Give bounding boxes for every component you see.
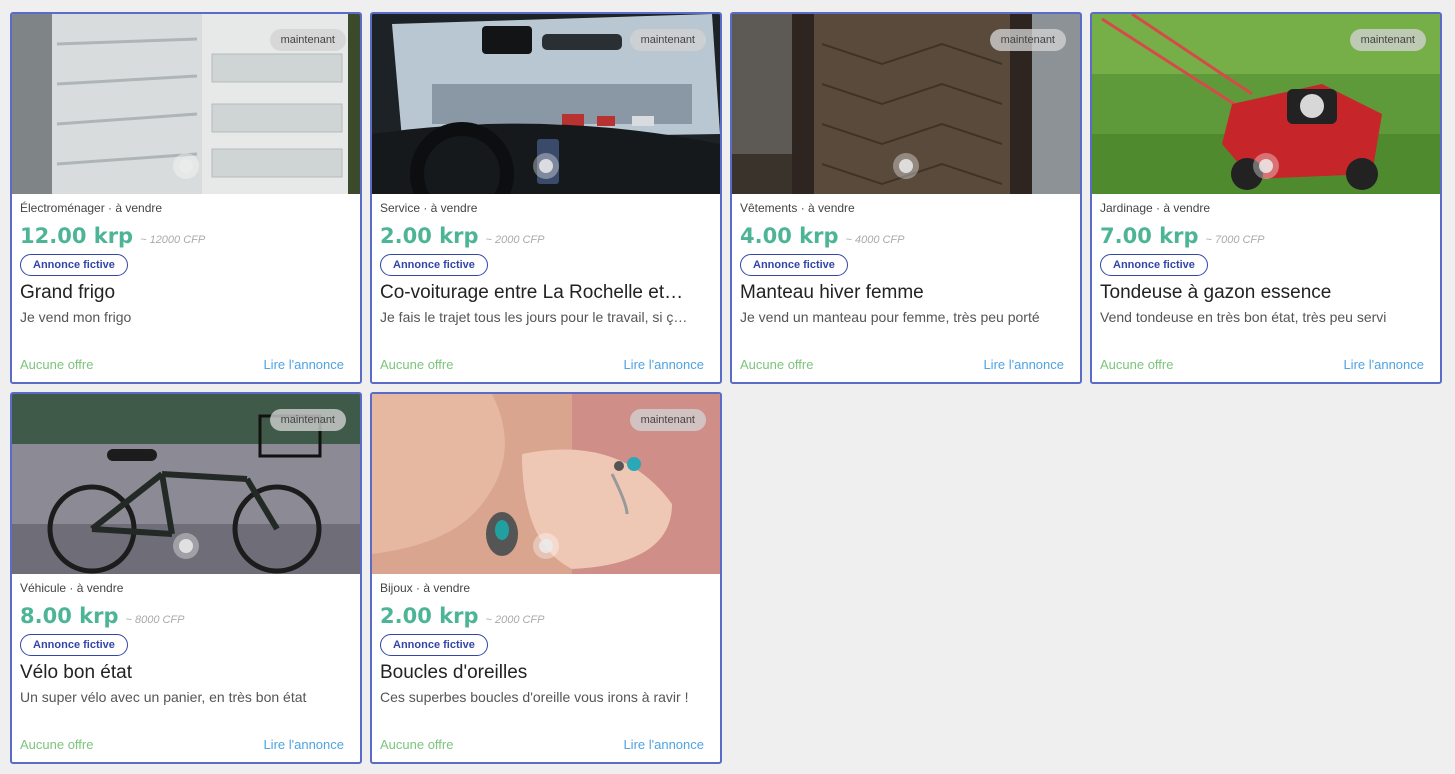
listing-photo[interactable]: maintenant: [12, 14, 360, 194]
listing-time: maintenant: [989, 29, 1066, 51]
listing-card[interactable]: maintenant Électroménager · à vendre 12.…: [10, 12, 362, 384]
listing-card[interactable]: maintenant Vêtements · à vendre 4.00 krp…: [730, 12, 1082, 384]
read-listing-link[interactable]: Lire l'annonce: [1343, 357, 1424, 372]
listing-price: 4.00 krp: [740, 224, 839, 248]
listing-category: Véhicule · à vendre: [20, 581, 124, 595]
listing-card[interactable]: maintenant Bijoux · à vendre 2.00 krp ~ …: [370, 392, 722, 764]
listing-title: Co-voiturage entre La Rochelle et…: [380, 282, 684, 303]
listing-photo[interactable]: maintenant: [12, 394, 360, 574]
carousel-dot[interactable]: [1253, 153, 1279, 179]
read-listing-link[interactable]: Lire l'annonce: [623, 737, 704, 752]
listing-description: Vend tondeuse en très bon état, très peu…: [1100, 309, 1387, 325]
listing-card[interactable]: maintenant Service · à vendre 2.00 krp ~…: [370, 12, 722, 384]
fictive-badge: Annonce fictive: [380, 254, 488, 276]
read-listing-link[interactable]: Lire l'annonce: [263, 357, 344, 372]
listing-price-cfp: ~ 7000 CFP: [1205, 234, 1265, 246]
fictive-badge: Annonce fictive: [740, 254, 848, 276]
listing-price-cfp: ~ 12000 CFP: [140, 234, 206, 246]
listing-description: Je vend un manteau pour femme, très peu …: [740, 309, 1040, 325]
listing-time: maintenant: [629, 29, 706, 51]
listing-price-cfp: ~ 2000 CFP: [485, 234, 545, 246]
listing-price-cfp: ~ 2000 CFP: [485, 614, 545, 626]
listing-price: 8.00 krp: [20, 604, 119, 628]
listing-photo[interactable]: maintenant: [732, 14, 1080, 194]
listing-time: maintenant: [629, 409, 706, 431]
listing-price: 7.00 krp: [1100, 224, 1199, 248]
listing-card[interactable]: maintenant Véhicule · à vendre 8.00 krp …: [10, 392, 362, 764]
listing-photo[interactable]: maintenant: [372, 394, 720, 574]
listing-title: Boucles d'oreilles: [380, 662, 528, 683]
listing-price: 2.00 krp: [380, 224, 479, 248]
offers-count: Aucune offre: [20, 357, 94, 372]
listings-grid: maintenant Électroménager · à vendre 12.…: [10, 12, 1442, 764]
offers-count: Aucune offre: [20, 737, 94, 752]
offers-count: Aucune offre: [1100, 357, 1174, 372]
carousel-dot[interactable]: [173, 533, 199, 559]
listing-title: Tondeuse à gazon essence: [1100, 282, 1332, 303]
listing-category: Électroménager · à vendre: [20, 201, 163, 215]
listing-description: Je fais le trajet tous les jours pour le…: [380, 309, 688, 325]
carousel-dot[interactable]: [893, 153, 919, 179]
listing-description: Un super vélo avec un panier, en très bo…: [20, 689, 307, 705]
read-listing-link[interactable]: Lire l'annonce: [263, 737, 344, 752]
listing-description: Je vend mon frigo: [20, 309, 132, 325]
listing-price: 12.00 krp: [20, 224, 134, 248]
listing-price-cfp: ~ 4000 CFP: [845, 234, 905, 246]
offers-count: Aucune offre: [380, 737, 454, 752]
fictive-badge: Annonce fictive: [20, 634, 128, 656]
listing-price-cfp: ~ 8000 CFP: [125, 614, 185, 626]
listing-category: Bijoux · à vendre: [380, 581, 471, 595]
listing-price: 2.00 krp: [380, 604, 479, 628]
listing-category: Jardinage · à vendre: [1100, 201, 1211, 215]
listing-time: maintenant: [269, 409, 346, 431]
carousel-dot[interactable]: [173, 153, 199, 179]
fictive-badge: Annonce fictive: [1100, 254, 1208, 276]
listing-time: maintenant: [269, 29, 346, 51]
carousel-dot[interactable]: [533, 533, 559, 559]
listing-photo[interactable]: maintenant: [372, 14, 720, 194]
fictive-badge: Annonce fictive: [20, 254, 128, 276]
read-listing-link[interactable]: Lire l'annonce: [623, 357, 704, 372]
listing-category: Vêtements · à vendre: [740, 201, 855, 215]
offers-count: Aucune offre: [380, 357, 454, 372]
listing-card[interactable]: maintenant Jardinage · à vendre 7.00 krp…: [1090, 12, 1442, 384]
listing-description: Ces superbes boucles d'oreille vous iron…: [380, 689, 689, 705]
offers-count: Aucune offre: [740, 357, 814, 372]
listing-title: Grand frigo: [20, 282, 116, 303]
carousel-dot[interactable]: [533, 153, 559, 179]
read-listing-link[interactable]: Lire l'annonce: [983, 357, 1064, 372]
listing-time: maintenant: [1349, 29, 1426, 51]
listing-title: Manteau hiver femme: [740, 282, 924, 303]
listing-title: Vélo bon état: [20, 662, 132, 683]
listing-photo[interactable]: maintenant: [1092, 14, 1440, 194]
listing-category: Service · à vendre: [380, 201, 478, 215]
fictive-badge: Annonce fictive: [380, 634, 488, 656]
